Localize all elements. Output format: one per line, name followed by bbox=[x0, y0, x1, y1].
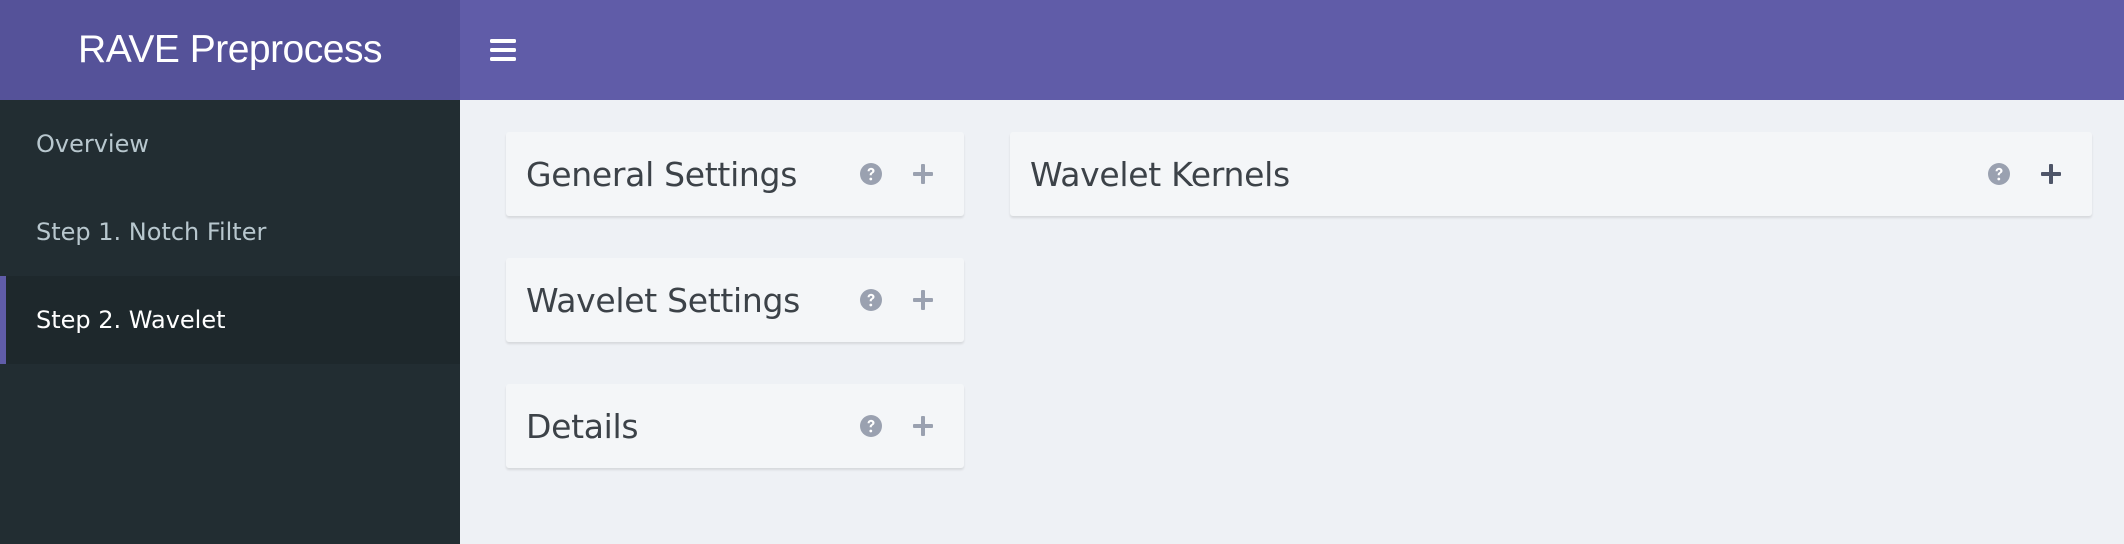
plus-icon bbox=[913, 290, 933, 310]
sidebar-toggle-button[interactable] bbox=[480, 25, 526, 75]
help-button[interactable] bbox=[1984, 159, 2014, 189]
question-circle-icon bbox=[860, 289, 882, 311]
box-title: Wavelet Kernels bbox=[1030, 155, 1290, 194]
box-tools bbox=[856, 258, 938, 342]
box-title: Wavelet Settings bbox=[526, 281, 801, 320]
box-tools bbox=[1984, 132, 2066, 216]
question-circle-icon bbox=[860, 163, 882, 185]
expand-button[interactable] bbox=[908, 285, 938, 315]
plus-icon bbox=[913, 416, 933, 436]
box-title: Details bbox=[526, 407, 639, 446]
sidebar-item-overview[interactable]: Overview bbox=[0, 100, 460, 188]
box-wavelet-settings: Wavelet Settings bbox=[506, 258, 964, 342]
sidebar-item-wavelet[interactable]: Step 2. Wavelet bbox=[0, 276, 460, 364]
box-title: General Settings bbox=[526, 155, 798, 194]
box-details: Details bbox=[506, 384, 964, 468]
box-general-settings: General Settings bbox=[506, 132, 964, 216]
help-button[interactable] bbox=[856, 411, 886, 441]
question-circle-icon bbox=[860, 415, 882, 437]
question-circle-icon bbox=[1988, 163, 2010, 185]
sidebar-item-label: Overview bbox=[36, 130, 149, 158]
box-tools bbox=[856, 132, 938, 216]
expand-button[interactable] bbox=[2036, 159, 2066, 189]
expand-button[interactable] bbox=[908, 159, 938, 189]
plus-icon bbox=[2041, 164, 2061, 184]
sidebar-item-label: Step 2. Wavelet bbox=[36, 306, 226, 334]
plus-icon bbox=[913, 164, 933, 184]
box-tools bbox=[856, 384, 938, 468]
box-wavelet-kernels: Wavelet Kernels bbox=[1010, 132, 2092, 216]
help-button[interactable] bbox=[856, 159, 886, 189]
app-title[interactable]: RAVE Preprocess bbox=[0, 0, 460, 100]
sidebar-item-notch-filter[interactable]: Step 1. Notch Filter bbox=[0, 188, 460, 276]
help-button[interactable] bbox=[856, 285, 886, 315]
sidebar: Overview Step 1. Notch Filter Step 2. Wa… bbox=[0, 100, 460, 544]
top-header: RAVE Preprocess bbox=[0, 0, 2124, 100]
hamburger-icon bbox=[490, 39, 516, 61]
sidebar-item-label: Step 1. Notch Filter bbox=[36, 218, 267, 246]
expand-button[interactable] bbox=[908, 411, 938, 441]
